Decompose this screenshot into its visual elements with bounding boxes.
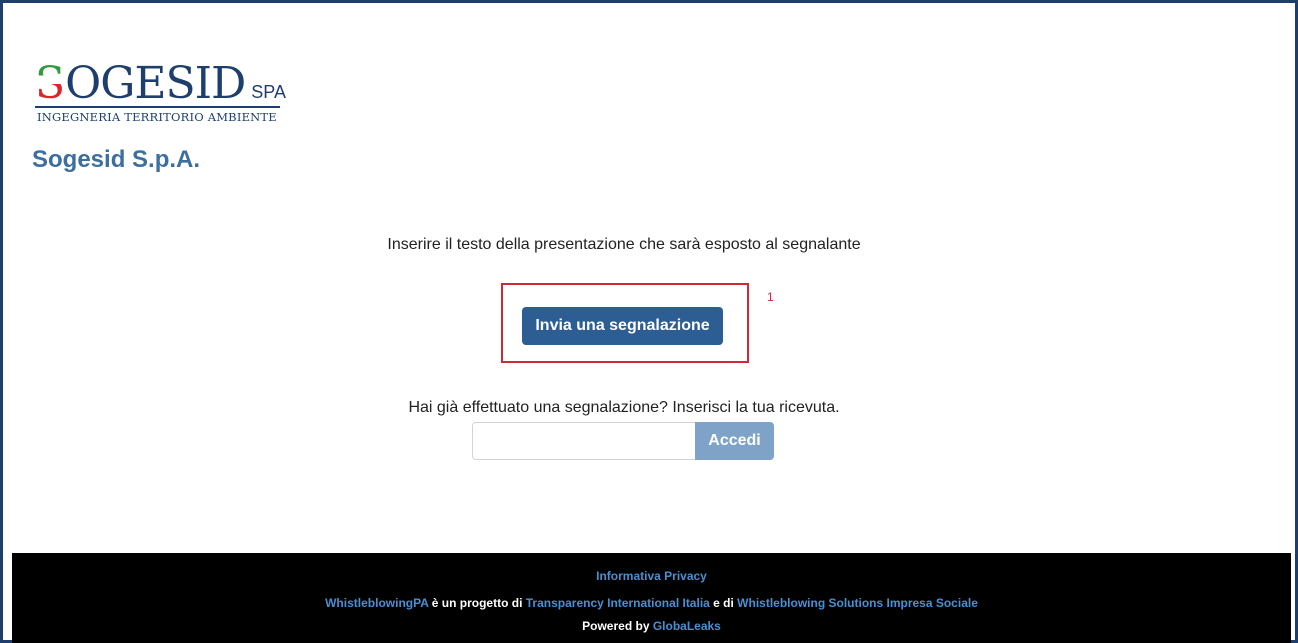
footer-text-project: è un progetto di — [428, 596, 526, 610]
powered-by-text: Powered by — [582, 619, 653, 633]
annotation-number: 1 — [767, 290, 774, 304]
login-button[interactable]: Accedi — [695, 422, 774, 460]
page-frame: SOGESID SPA INGEGNERIA TERRITORIO AMBIENT… — [0, 0, 1298, 643]
logo-first-letter: S — [35, 58, 66, 109]
site-title: Sogesid S.p.A. — [32, 146, 201, 173]
whistleblowing-solutions-link[interactable]: Whistleblowing Solutions Impresa Sociale — [737, 596, 978, 610]
receipt-input[interactable] — [472, 422, 695, 460]
footer-line-privacy: Informativa Privacy — [12, 569, 1291, 583]
logo-suffix: SPA — [251, 82, 286, 102]
logo-underline — [35, 106, 280, 108]
logo-name: OGESID — [65, 58, 246, 109]
receipt-label: Hai già effettuato una segnalazione? Ins… — [408, 399, 840, 416]
sogesid-logo: SOGESID SPA INGEGNERIA TERRITORIO AMBIENT… — [35, 59, 295, 129]
footer-line-powered: Powered by GlobaLeaks — [12, 619, 1291, 633]
logo-tagline: INGEGNERIA TERRITORIO AMBIENTE — [37, 110, 277, 124]
intro-text: Inserire il testo della presentazione ch… — [387, 236, 861, 253]
submit-report-button[interactable]: Invia una segnalazione — [522, 307, 723, 345]
globaleaks-link[interactable]: GlobaLeaks — [653, 619, 721, 633]
logo-wordmark: SOGESID SPA — [35, 59, 286, 109]
footer-text-and: e di — [709, 596, 738, 610]
footer-line-credits: WhistleblowingPA è un progetto di Transp… — [12, 596, 1291, 610]
transparency-international-link[interactable]: Transparency International Italia — [526, 596, 710, 610]
privacy-link[interactable]: Informativa Privacy — [596, 569, 707, 583]
whistleblowingpa-link[interactable]: WhistleblowingPA — [325, 596, 428, 610]
footer: Informativa Privacy WhistleblowingPA è u… — [12, 553, 1291, 643]
